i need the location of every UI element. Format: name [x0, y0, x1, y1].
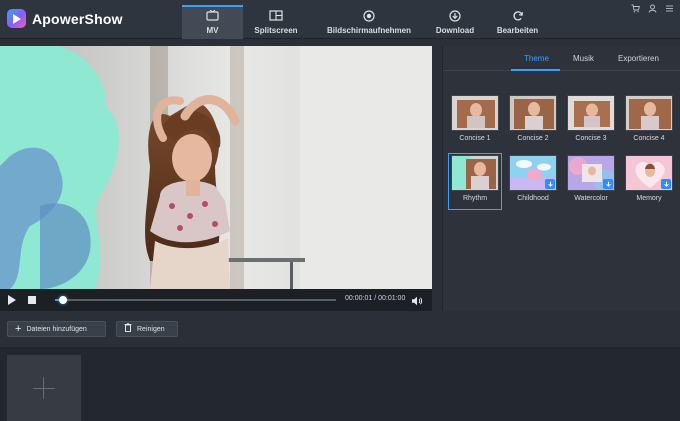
- tab-mv[interactable]: MV: [182, 5, 243, 39]
- download-badge-icon[interactable]: [545, 179, 555, 189]
- theme-thumbnail: [567, 155, 615, 191]
- side-panel: Theme Musik Exportieren Concise 1 Concis…: [442, 46, 680, 311]
- plus-icon: +: [15, 322, 22, 335]
- download-badge-icon[interactable]: [661, 179, 671, 189]
- media-toolbar: + Dateien hinzufügen Reinigen: [0, 313, 680, 347]
- apowershow-window: ApowerShow MV Splitscreen Bildschirmaufn…: [0, 0, 680, 421]
- window-controls: [631, 4, 674, 15]
- stop-icon[interactable]: [28, 296, 36, 304]
- theme-card-watercolor[interactable]: Watercolor: [565, 155, 617, 202]
- theme-card-concise-4[interactable]: Concise 4: [623, 95, 675, 142]
- record-icon: [362, 9, 376, 22]
- preview-frame-image: [0, 46, 432, 289]
- download-icon: [448, 9, 462, 22]
- time-display: 00:00:01 / 00:01:00: [345, 295, 405, 302]
- theme-card-childhood[interactable]: Childhood: [507, 155, 559, 202]
- time-total: 00:01:00: [378, 295, 406, 302]
- theme-label: Memory: [636, 195, 662, 202]
- tv-icon: [206, 9, 220, 22]
- theme-thumbnail: [625, 95, 673, 131]
- tab-edit[interactable]: Bearbeiten: [481, 5, 554, 39]
- theme-card-concise-2[interactable]: Concise 2: [507, 95, 559, 142]
- theme-label: Concise 2: [517, 135, 549, 142]
- theme-label: Watercolor: [574, 195, 608, 202]
- play-icon[interactable]: [8, 295, 16, 305]
- tab-edit-label: Bearbeiten: [496, 26, 539, 35]
- theme-thumbnail: [451, 155, 499, 191]
- tab-music[interactable]: Musik: [573, 54, 594, 63]
- theme-label: Concise 3: [575, 135, 607, 142]
- panel-tabs: Theme Musik Exportieren: [443, 46, 680, 71]
- app-title: ApowerShow: [32, 10, 123, 27]
- trash-icon: [124, 322, 132, 335]
- add-files-label: Dateien hinzufügen: [26, 325, 87, 333]
- top-bar: ApowerShow MV Splitscreen Bildschirmaufn…: [0, 0, 680, 39]
- tab-download[interactable]: Download: [429, 5, 481, 39]
- tab-download-label: Download: [435, 26, 475, 35]
- cart-icon[interactable]: [631, 4, 640, 15]
- tab-splitscreen-label: Splitscreen: [254, 26, 298, 35]
- theme-card-rhythm[interactable]: Rhythm: [448, 153, 502, 210]
- theme-label: Rhythm: [462, 195, 488, 202]
- media-tray: [0, 347, 680, 421]
- theme-label: Concise 1: [459, 135, 491, 142]
- theme-thumbnail: [567, 95, 615, 131]
- theme-thumbnail: [625, 155, 673, 191]
- theme-card-concise-3[interactable]: Concise 3: [565, 95, 617, 142]
- theme-thumbnail: [509, 95, 557, 131]
- clear-button[interactable]: Reinigen: [116, 321, 178, 337]
- add-media-slot[interactable]: [7, 355, 81, 421]
- seek-handle[interactable]: [58, 296, 67, 304]
- theme-label: Concise 4: [633, 135, 665, 142]
- refresh-icon: [511, 9, 525, 22]
- time-current: 00:00:01: [345, 295, 373, 302]
- theme-thumbnail: [509, 155, 557, 191]
- theme-thumbnail: [451, 95, 499, 131]
- theme-card-concise-1[interactable]: Concise 1: [449, 95, 501, 142]
- tab-record-label: Bildschirmaufnehmen: [326, 26, 411, 35]
- tab-record[interactable]: Bildschirmaufnehmen: [309, 5, 429, 39]
- volume-icon[interactable]: [411, 294, 423, 306]
- app-logo: ApowerShow: [7, 9, 123, 28]
- tab-splitscreen[interactable]: Splitscreen: [243, 5, 309, 39]
- user-icon[interactable]: [648, 4, 657, 15]
- apowershow-logo-icon: [7, 9, 26, 28]
- theme-label: Childhood: [517, 195, 549, 202]
- seek-bar[interactable]: [55, 296, 336, 304]
- clear-label: Reinigen: [137, 325, 165, 333]
- menu-icon[interactable]: [665, 4, 674, 15]
- theme-card-memory[interactable]: Memory: [623, 155, 675, 202]
- split-screen-icon: [269, 9, 283, 22]
- player-controls: 00:00:01 / 00:01:00: [0, 289, 432, 311]
- main-nav: MV Splitscreen Bildschirmaufnehmen Downl…: [182, 5, 554, 39]
- tab-mv-label: MV: [206, 26, 219, 35]
- video-preview[interactable]: [0, 46, 432, 289]
- tab-theme[interactable]: Theme: [524, 54, 549, 63]
- tab-export[interactable]: Exportieren: [618, 54, 659, 63]
- active-tab-indicator: [511, 69, 560, 71]
- add-files-button[interactable]: + Dateien hinzufügen: [7, 321, 106, 337]
- download-badge-icon[interactable]: [603, 179, 613, 189]
